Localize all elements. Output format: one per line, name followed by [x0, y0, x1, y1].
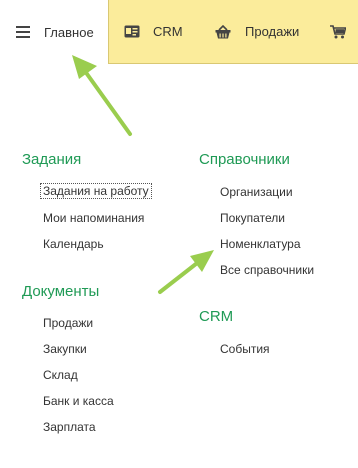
- tab-sales[interactable]: Продажи: [215, 0, 299, 63]
- link-purchases[interactable]: Закупки: [43, 342, 87, 356]
- link-customers[interactable]: Покупатели: [220, 211, 285, 225]
- link-events[interactable]: События: [220, 342, 270, 356]
- tab-purchases[interactable]: [330, 0, 347, 63]
- tab-crm[interactable]: CRM: [124, 0, 183, 63]
- shopping-basket-icon: [215, 24, 231, 39]
- section-title-catalogs: Справочники: [199, 151, 290, 168]
- tab-main-label: Главное: [44, 24, 94, 40]
- link-calendar[interactable]: Календарь: [43, 237, 104, 251]
- link-warehouse[interactable]: Склад: [43, 368, 78, 382]
- sections-panel: Главное CRM Продажи: [0, 0, 358, 64]
- section-title-documents: Документы: [22, 283, 100, 300]
- cart-icon: [330, 24, 347, 39]
- section-title-tasks: Задания: [22, 151, 82, 168]
- main-page: Главное CRM Продажи Задания Задания на р…: [0, 0, 358, 468]
- arrow-to-main-tab: [72, 55, 132, 136]
- link-sales[interactable]: Продажи: [43, 316, 93, 330]
- link-salary[interactable]: Зарплата: [43, 420, 96, 434]
- tab-sales-label: Продажи: [245, 24, 300, 39]
- link-organizations[interactable]: Организации: [220, 185, 293, 199]
- link-bank-cash[interactable]: Банк и касса: [43, 394, 114, 408]
- link-nomenclature[interactable]: Номенклатура: [220, 237, 301, 251]
- tab-crm-label: CRM: [153, 24, 183, 39]
- link-reminders[interactable]: Мои напоминания: [43, 211, 144, 225]
- tab-main[interactable]: Главное: [0, 0, 109, 64]
- arrow-to-nomenclature: [158, 250, 214, 294]
- contact-card-icon: [124, 25, 140, 38]
- link-all-catalogs[interactable]: Все справочники: [220, 263, 314, 277]
- menu-icon: [16, 26, 30, 38]
- link-tasks-work[interactable]: Задания на работу: [40, 183, 152, 199]
- section-title-crm: CRM: [199, 308, 234, 325]
